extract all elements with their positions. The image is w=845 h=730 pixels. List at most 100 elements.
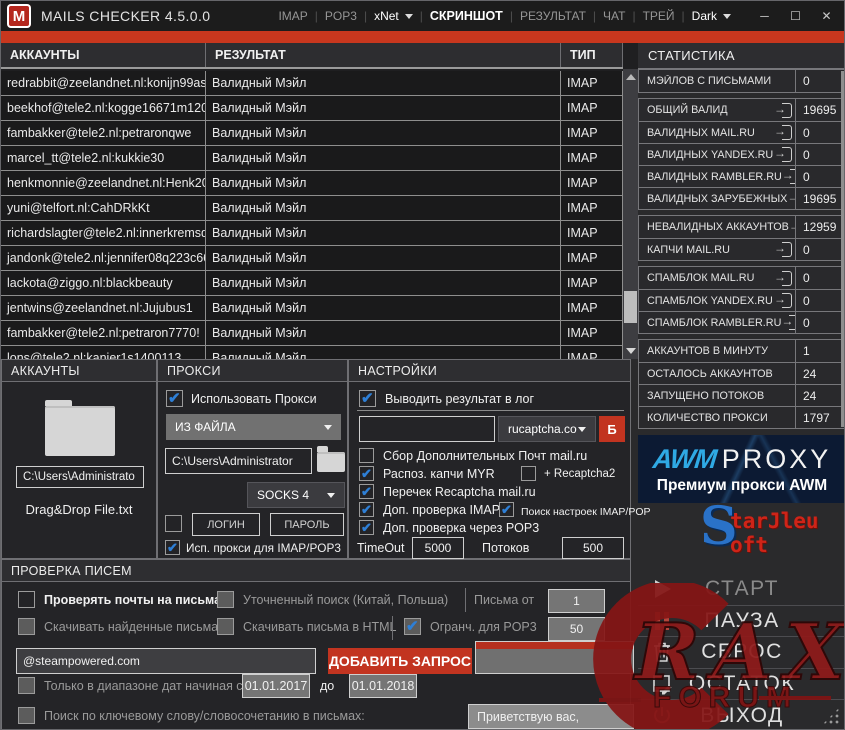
table-row[interactable]: jandonk@tele2.nl:jennifer08q223c66 Валидн…: [1, 246, 623, 271]
scrollbar-thumb[interactable]: [624, 291, 637, 323]
menu-item-трей[interactable]: ТРЕЙ: [643, 9, 675, 23]
scroll-down-icon[interactable]: [623, 343, 638, 359]
extra-imap-checkbox[interactable]: [359, 502, 374, 518]
action-power-button[interactable]: ВЫХОД: [638, 699, 844, 729]
date-range-checkbox[interactable]: [18, 677, 35, 694]
folder-open-icon[interactable]: [45, 400, 115, 456]
extra-pop3-checkbox[interactable]: [359, 520, 374, 536]
stats-scrollbar[interactable]: [841, 71, 844, 427]
column-header-accounts[interactable]: АККАУНТЫ: [1, 43, 206, 67]
menu-item-pop3[interactable]: POP3: [325, 9, 357, 23]
check-letters-checkbox[interactable]: [18, 591, 35, 608]
export-icon[interactable]: [774, 102, 792, 118]
table-row[interactable]: yuni@telfort.nl:CahDRkKt Валидный Мэйл IMA…: [1, 196, 623, 221]
stat-value: 0: [795, 70, 844, 92]
table-row[interactable]: jentwins@zeelandnet.nl:Jujubus1 Валидный …: [1, 296, 623, 321]
download-html-label: Скачивать письма в HTML: [243, 620, 397, 634]
table-row[interactable]: lackota@ziggo.nl:blackbeauty Валидный Мэй…: [1, 271, 623, 296]
proxy-source-select[interactable]: ИЗ ФАЙЛА: [166, 414, 341, 440]
action-play-button[interactable]: СТАРТ: [638, 574, 844, 605]
recaptcha2-checkbox[interactable]: [521, 466, 536, 481]
balance-button[interactable]: Б: [599, 416, 625, 442]
proxy-type-select[interactable]: SOCKS 4: [247, 482, 345, 508]
export-icon[interactable]: [774, 293, 792, 308]
table-row[interactable]: richardslagter@tele2.nl:innerkremsd Валид…: [1, 221, 623, 246]
timeout-field[interactable]: 5000: [412, 537, 464, 559]
column-header-result[interactable]: РЕЗУЛЬТАТ: [206, 43, 561, 67]
date-to-field[interactable]: 01.01.2018: [349, 674, 417, 698]
table-row[interactable]: fambakker@tele2.nl:petraronqwe Валидный М…: [1, 121, 623, 146]
table-row[interactable]: fambakker@tele2.nl:petraron7770! Валидный…: [1, 321, 623, 346]
recheck-recaptcha-checkbox[interactable]: [359, 484, 374, 500]
letters-from-field[interactable]: 1: [548, 589, 605, 613]
menu-item-скриншот[interactable]: СКРИНШОТ: [430, 9, 503, 23]
stat-row: ВАЛИДНЫХ YANDEX.RU0: [639, 143, 844, 165]
table-row[interactable]: redrabbit@zeelandnet.nl:konijn99as(Валид…: [1, 71, 623, 96]
proxy-path-field[interactable]: C:\Users\Administrator: [165, 448, 312, 474]
pop3-limit-checkbox[interactable]: [404, 617, 421, 635]
table-row[interactable]: henkmonnie@zeelandnet.nl:Henk20(Валидный…: [1, 171, 623, 196]
export-icon[interactable]: [774, 242, 792, 257]
menu-item-xnet[interactable]: xNet: [374, 9, 413, 23]
table-row[interactable]: beekhof@tele2.nl:kogge16671m120 Валидный …: [1, 96, 623, 121]
download-html-checkbox[interactable]: [217, 618, 234, 635]
pop3-limit-field[interactable]: 50: [548, 617, 605, 641]
action-pause-button[interactable]: ПАУЗА: [638, 604, 844, 637]
download-found-checkbox[interactable]: [18, 618, 35, 635]
scroll-up-icon[interactable]: [623, 69, 638, 85]
proxy-imap-pop3-checkbox[interactable]: [165, 540, 180, 556]
trash-icon: [650, 640, 674, 664]
recheck-recaptcha-label: Перечек Recaptcha mail.ru: [383, 485, 536, 499]
menu-item-результат[interactable]: РЕЗУЛЬТАТ: [520, 9, 586, 23]
accounts-path-field[interactable]: C:\Users\Administrato: [16, 466, 144, 488]
table-row[interactable]: lons@tele2.nl:kanjer1s1400113 Валидный Мэ…: [1, 346, 623, 359]
proxy-login-field[interactable]: ЛОГИН: [192, 513, 260, 536]
awm-subtitle: Премиум прокси AWM: [656, 476, 828, 494]
awm-proxy-banner[interactable]: AWM PROXY Премиум прокси AWM: [638, 435, 844, 503]
download-found-label: Скачивать найденные письма: [44, 620, 219, 634]
export-icon[interactable]: [781, 315, 795, 330]
app-logo-icon: M: [7, 4, 31, 28]
date-range-label: Только в диапазоне дат начиная с: [44, 679, 243, 693]
threads-field[interactable]: 500: [562, 537, 624, 559]
export-icon[interactable]: [774, 270, 792, 286]
maximize-button[interactable]: ☐: [780, 1, 811, 31]
keyword-checkbox[interactable]: [18, 707, 35, 724]
minimize-button[interactable]: ─: [749, 1, 780, 31]
menu-item-imap[interactable]: IMAP: [278, 9, 307, 23]
collect-extra-mail-checkbox[interactable]: [359, 448, 374, 463]
browse-folder-icon[interactable]: [317, 446, 345, 472]
menu-item-чат[interactable]: ЧАТ: [603, 9, 625, 23]
export-icon[interactable]: [789, 220, 795, 235]
mailcheck-panel: ПРОВЕРКА ПИСЕМ Проверять почты на письма…: [1, 559, 634, 729]
table-row[interactable]: marcel_tt@tele2.nl:kukkie30 Валидный Мэйл…: [1, 146, 623, 171]
captcha-key-input[interactable]: [359, 416, 495, 442]
captcha-service-select[interactable]: rucaptcha.co: [498, 416, 596, 442]
proxy-auth-checkbox[interactable]: [165, 515, 182, 532]
use-proxy-checkbox[interactable]: [166, 389, 183, 407]
column-header-type[interactable]: ТИП: [561, 43, 623, 67]
export-icon[interactable]: [774, 125, 792, 140]
search-imap-pop-checkbox[interactable]: [499, 502, 514, 518]
query-input[interactable]: @steampowered.com: [16, 648, 316, 674]
stat-value: 19695: [795, 99, 844, 121]
added-queries-box[interactable]: [475, 641, 634, 674]
timeout-label: TimeOut: [357, 541, 405, 555]
date-from-field[interactable]: 01.01.2017: [242, 674, 310, 698]
keyword-field[interactable]: Приветствую вас,: [468, 704, 634, 729]
add-query-button[interactable]: ДОБАВИТЬ ЗАПРОС: [328, 648, 472, 674]
action-save-button[interactable]: ОСТАТОК: [638, 667, 844, 700]
export-icon[interactable]: [782, 169, 795, 184]
menu-item-dark[interactable]: Dark: [692, 9, 731, 23]
action-buttons: СТАРТ ПАУЗА СБРОС ОСТАТОК ВЫХОД: [638, 574, 844, 729]
proxy-password-field[interactable]: ПАРОЛЬ: [270, 513, 344, 536]
recognize-captcha-checkbox[interactable]: [359, 466, 374, 482]
refined-search-checkbox[interactable]: [217, 591, 234, 608]
log-output-checkbox[interactable]: [359, 389, 376, 407]
table-scrollbar[interactable]: [623, 69, 638, 359]
export-icon[interactable]: [787, 191, 795, 206]
stat-row: ВАЛИДНЫХ ЗАРУБЕЖНЫХ19695: [639, 187, 844, 209]
export-icon[interactable]: [774, 147, 792, 162]
close-button[interactable]: ✕: [811, 1, 842, 31]
action-trash-button[interactable]: СБРОС: [638, 636, 844, 668]
